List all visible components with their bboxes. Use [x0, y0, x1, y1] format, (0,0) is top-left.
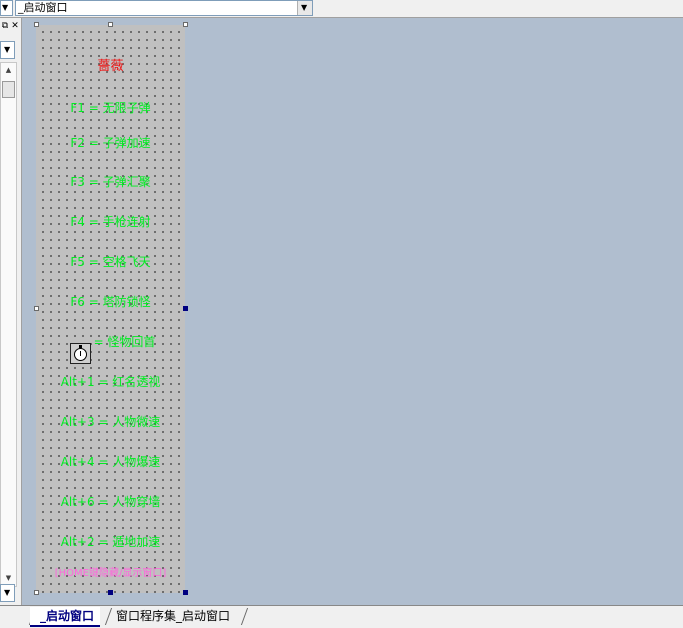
tab-divider: [240, 608, 249, 625]
top-toolbar: ▼ _启动窗口 ▼: [0, 0, 683, 18]
vertical-scrollbar[interactable]: ▲ ▼: [0, 62, 17, 587]
hotkey-label-f6[interactable]: F6 = 塔防锁怪: [36, 295, 185, 309]
hotkey-label-f4[interactable]: F4 = 手枪连射: [36, 215, 185, 229]
panel-dropdown-bottom[interactable]: ▼: [0, 584, 15, 602]
resize-handle-w[interactable]: [34, 306, 39, 311]
hotkey-label-alt3[interactable]: Alt+3 = 人物微速: [36, 415, 185, 429]
tab-start-window[interactable]: _启动窗口: [30, 607, 101, 627]
left-panel: ⧉ ✕ ▼ ▲ ▼ ▼: [0, 18, 22, 605]
home-key-hint-label[interactable]: [HOME键隐藏/显示窗口]: [36, 567, 185, 581]
stopwatch-icon[interactable]: [70, 343, 91, 364]
scroll-up-icon[interactable]: ▲: [1, 63, 16, 78]
chevron-down-icon: ▼: [2, 3, 9, 12]
window-select-value: _启动窗口: [18, 1, 68, 14]
resize-handle-ne[interactable]: [183, 22, 188, 27]
document-tab-bar: _启动窗口 窗口程序集_启动窗口: [0, 605, 683, 628]
scroll-thumb[interactable]: [2, 81, 15, 98]
tab-window-assembly[interactable]: 窗口程序集_启动窗口: [106, 607, 236, 625]
hotkey-label-alt1[interactable]: Alt+1 = 红名透视: [36, 375, 185, 389]
chevron-down-icon: ▼: [4, 45, 11, 54]
left-dropdown-button[interactable]: ▼: [0, 0, 13, 16]
hotkey-label-f3[interactable]: F3 = 子弹汇聚: [36, 175, 185, 189]
hotkey-label-f5[interactable]: F5 = 空格飞天: [36, 255, 185, 269]
hotkey-label-alt4[interactable]: Alt+4 = 人物爆速: [36, 455, 185, 469]
restore-icon[interactable]: ⧉: [0, 21, 10, 32]
chevron-down-icon: ▼: [4, 588, 11, 597]
hotkey-label-f2[interactable]: F2 = 子弹加速: [36, 136, 185, 150]
close-icon[interactable]: ✕: [10, 21, 20, 32]
chevron-down-icon: ▼: [301, 3, 308, 12]
window-select-dropdown-button[interactable]: ▼: [297, 1, 312, 15]
design-canvas[interactable]: 薔薇 F1 = 无限子弹 F2 = 子弹加速 F3 = 子弹汇聚 F4 = 手枪…: [22, 18, 683, 605]
resize-handle-e[interactable]: [183, 306, 188, 311]
hotkey-label-f1[interactable]: F1 = 无限子弹: [36, 101, 185, 115]
hotkey-label-alt6[interactable]: Alt+6 = 人物穿墙: [36, 495, 185, 509]
resize-handle-se[interactable]: [183, 590, 188, 595]
resize-handle-nw[interactable]: [34, 22, 39, 27]
window-select[interactable]: _启动窗口 ▼: [15, 0, 313, 16]
hotkey-label-alt2[interactable]: Alt+2 = 遁地加速: [36, 535, 185, 549]
stopwatch-hand: [80, 351, 81, 356]
resize-handle-sw[interactable]: [34, 590, 39, 595]
resize-handle-s[interactable]: [108, 590, 113, 595]
panel-dropdown[interactable]: ▼: [0, 41, 15, 59]
form-title-label[interactable]: 薔薇: [36, 60, 185, 74]
resize-handle-n[interactable]: [108, 22, 113, 27]
start-window-form[interactable]: 薔薇 F1 = 无限子弹 F2 = 子弹加速 F3 = 子弹汇聚 F4 = 手枪…: [36, 25, 185, 593]
